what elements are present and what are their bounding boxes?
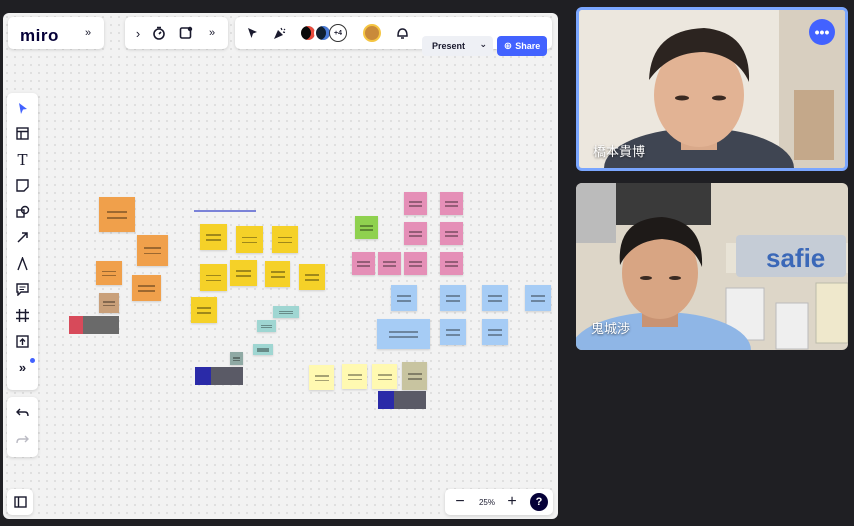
chevrons-down-icon[interactable]: » (204, 25, 220, 41)
sticky-note[interactable] (482, 285, 508, 311)
frame-tool-icon[interactable] (14, 307, 31, 324)
collaborators-count[interactable]: +4 (329, 24, 347, 42)
creation-toolbar: T » (7, 93, 38, 390)
sticky-note[interactable] (137, 235, 168, 266)
sticky-note[interactable] (230, 260, 257, 286)
sticky-note[interactable] (96, 261, 122, 285)
sticky-note[interactable] (257, 320, 276, 332)
pen-icon[interactable] (14, 255, 31, 272)
sticky-note[interactable] (236, 226, 263, 253)
more-icon: ••• (814, 24, 830, 40)
sticky-note[interactable] (200, 264, 227, 291)
zoom-out-icon[interactable]: − (452, 493, 468, 510)
sticky-note[interactable] (404, 222, 427, 245)
text-tool-icon[interactable]: T (14, 151, 31, 169)
share-button[interactable]: ⊕ Share (497, 36, 547, 56)
avatar[interactable] (363, 24, 381, 42)
miro-logo[interactable]: miro (20, 26, 59, 46)
more-tools-icon[interactable]: » (14, 359, 31, 376)
logo-panel: miro » (8, 17, 104, 49)
share-button-label: Share (515, 41, 541, 51)
bell-icon[interactable] (394, 25, 410, 41)
sticky-note[interactable] (525, 285, 551, 311)
globe-icon: ⊕ (503, 40, 513, 52)
undo-icon[interactable] (14, 404, 31, 421)
user-cursor-tag (69, 316, 119, 334)
help-button[interactable]: ? (530, 493, 548, 511)
templates-icon[interactable] (14, 125, 31, 142)
present-button[interactable]: Present ⌄ (422, 36, 493, 56)
select-tool-icon[interactable] (14, 100, 31, 117)
sticky-note[interactable] (272, 226, 298, 253)
frame-icon[interactable] (178, 25, 194, 41)
board-panel-toggle[interactable] (7, 489, 33, 515)
miro-board[interactable]: miro » › » +4 Present ⌄ ⊕ Share T » − 25… (3, 13, 558, 519)
celebrate-icon[interactable] (271, 25, 287, 41)
chevron-down-icon[interactable]: ⌄ (479, 39, 487, 50)
video-tile-participant-1[interactable]: ••• 橋本貴博 (576, 7, 848, 171)
timer-icon[interactable] (151, 25, 167, 41)
sticky-note[interactable] (352, 252, 375, 275)
sticky-note[interactable] (299, 264, 325, 290)
user-cursor-tag (378, 391, 426, 409)
sticky-note[interactable] (99, 293, 119, 313)
sticky-note[interactable] (253, 344, 273, 355)
participant-name: 鬼城渉 (591, 321, 631, 336)
present-button-label: Present (432, 41, 466, 51)
sticky-note-icon[interactable] (14, 177, 31, 194)
sticky-note[interactable] (377, 319, 430, 349)
participant-name: 橋本貴博 (593, 144, 646, 159)
tools-panel: › » (125, 17, 228, 49)
connection-line-icon[interactable] (14, 229, 31, 246)
user-cursor-tag (195, 367, 243, 385)
zoom-in-icon[interactable]: + (504, 493, 520, 510)
sticky-note[interactable] (440, 222, 463, 245)
sticky-note[interactable] (99, 197, 135, 232)
upload-icon[interactable] (14, 333, 31, 350)
video-tile-participant-2[interactable]: safie 鬼城渉 (576, 183, 848, 350)
shapes-icon[interactable] (14, 203, 31, 220)
sticky-note[interactable] (342, 364, 367, 389)
sticky-note[interactable] (440, 319, 466, 345)
more-options-button[interactable]: ••• (809, 19, 835, 45)
sticky-note[interactable] (440, 252, 463, 275)
sticky-note[interactable] (132, 275, 161, 301)
chevrons-down-icon[interactable]: » (80, 25, 96, 41)
sticky-note[interactable] (273, 306, 299, 318)
sidebar-icon[interactable] (12, 494, 28, 510)
sticky-note[interactable] (265, 261, 290, 287)
sticky-note[interactable] (440, 192, 463, 215)
sticky-note[interactable] (372, 364, 397, 389)
comment-icon[interactable] (14, 281, 31, 298)
undo-redo-panel (7, 397, 38, 457)
sticky-note[interactable] (404, 192, 427, 215)
sticky-note[interactable] (404, 252, 427, 275)
sticky-note[interactable] (200, 224, 227, 250)
sticky-note[interactable] (355, 216, 378, 239)
sticky-note[interactable] (482, 319, 508, 345)
chevron-right-icon[interactable]: › (131, 25, 145, 41)
sticky-note[interactable] (440, 285, 466, 311)
safie-logo: safie (766, 243, 825, 273)
sticky-note[interactable] (402, 362, 427, 390)
redo-icon[interactable] (14, 431, 31, 448)
zoom-level[interactable]: 25% (475, 494, 499, 510)
cursor-icon[interactable] (245, 25, 261, 41)
sticky-note[interactable] (230, 352, 243, 365)
sticky-note[interactable] (378, 252, 401, 275)
sticky-note[interactable] (309, 365, 334, 390)
board-text-line (194, 210, 256, 212)
zoom-panel: − 25% + ? (445, 489, 553, 515)
sticky-note[interactable] (191, 297, 217, 323)
notification-dot (30, 358, 35, 363)
sticky-note[interactable] (391, 285, 417, 311)
